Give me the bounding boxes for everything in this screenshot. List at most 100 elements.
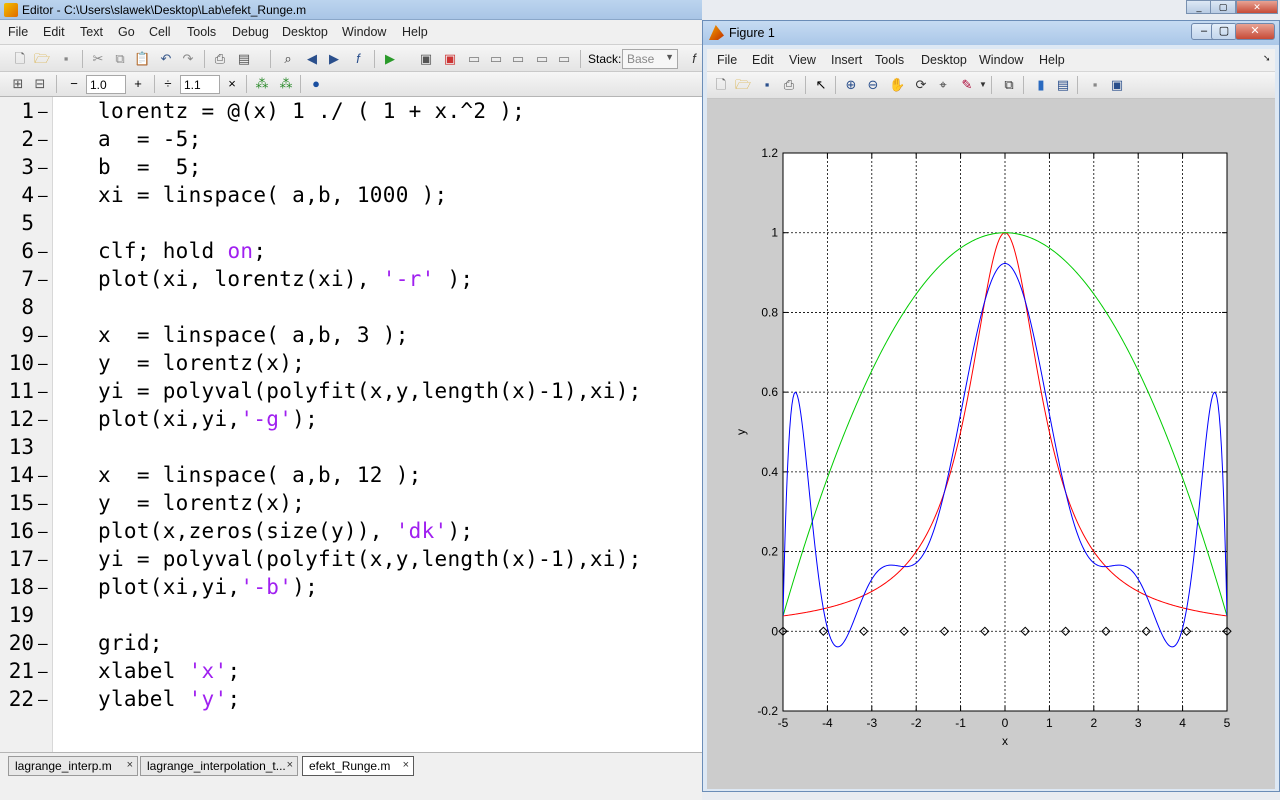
hide-tools-icon[interactable]: ▪ [1087,77,1103,93]
menu-debug[interactable]: Debug [232,25,269,39]
menu-help[interactable]: Help [402,25,428,39]
step-icon[interactable]: ▭ [466,51,482,67]
menu-desktop[interactable]: Desktop [282,25,328,39]
figure-title-bar[interactable]: Figure 1 – ▢ ✕ [703,21,1279,45]
fig-menu-view[interactable]: View [789,53,816,67]
rotate-3d-icon[interactable]: ⟳ [913,77,929,93]
code-line[interactable]: x = linspace( a,b, 3 ); [98,323,409,347]
code-line[interactable]: ylabel 'y'; [98,687,240,711]
edit-plot-icon[interactable]: ↖ [813,77,829,93]
menu-window[interactable]: Window [342,25,386,39]
save-figure-icon[interactable]: ▪ [759,77,775,93]
evaluate-cell-icon[interactable]: ⁂ [254,76,270,92]
link-plot-icon[interactable]: ⧉ [1001,77,1017,93]
fig-menu-tools[interactable]: Tools [875,53,904,67]
breakpoint-marker[interactable]: – [38,158,48,177]
colorbar-icon[interactable]: ▮ [1033,77,1049,93]
cut-icon[interactable]: ✂ [90,51,106,67]
step-in-icon[interactable]: ▭ [488,51,504,67]
tab-lagrange-interpolation[interactable]: lagrange_interpolation_t... × [140,756,298,776]
print-figure-icon[interactable]: ⎙ [781,77,797,93]
close-icon[interactable]: × [287,759,293,771]
breakpoint-marker[interactable]: – [38,186,48,205]
figure-canvas[interactable]: -5 -4 -3 -2 -1 0 1 2 3 4 5 -0.2 0 0.2 0.4 0.6 0.8 1 1.2 x y [707,99,1275,789]
undo-icon[interactable]: ↶ [158,51,174,67]
editor-title-bar[interactable]: Editor - C:\Users\slawek\Desktop\Lab\efe… [0,0,702,20]
chevron-down-icon[interactable]: ▼ [975,77,991,93]
menu-file[interactable]: File [8,25,28,39]
breakpoint-marker[interactable]: – [38,410,48,429]
open-file-icon[interactable]: 🗁 [735,77,751,93]
minimize-button[interactable]: _ [1186,0,1212,14]
breakpoint-marker[interactable]: – [38,326,48,345]
forward-arrow-icon[interactable]: ▶ [326,51,342,67]
zoom-in-icon[interactable]: ⊕ [843,77,859,93]
breakpoint-marker[interactable]: – [38,662,48,681]
menu-go[interactable]: Go [118,25,135,39]
pan-icon[interactable]: ✋ [889,77,905,93]
function-icon[interactable]: f [350,51,366,67]
breakpoint-marker[interactable]: – [38,354,48,373]
find-icon[interactable]: ⌕ [280,51,296,67]
breakpoint-marker[interactable]: – [38,578,48,597]
fig-menu-insert[interactable]: Insert [831,53,862,67]
insert-cell-icon[interactable]: ⊞ [10,76,26,92]
run-icon[interactable]: ▶ [382,51,398,67]
code-line[interactable]: y = lorentz(x); [98,351,305,375]
back-arrow-icon[interactable]: ◀ [304,51,320,67]
maximize-button[interactable]: ▢ [1210,0,1236,14]
breakpoint-marker[interactable]: – [38,690,48,709]
code-line[interactable]: yi = polyval(polyfit(x,y,length(x)-1),xi… [98,379,642,403]
brush-icon[interactable]: ✎ [959,77,975,93]
breakpoint-marker[interactable]: – [38,270,48,289]
breakpoint-marker[interactable]: – [38,550,48,569]
code-line[interactable]: plot(xi,yi,'-g'); [98,407,318,431]
breakpoint-marker[interactable]: – [38,494,48,513]
data-cursor-icon[interactable]: ⌖ [935,77,951,93]
close-button[interactable]: ✕ [1236,0,1278,14]
info-icon[interactable]: ● [308,76,324,92]
publish-icon[interactable]: ▤ [236,51,252,67]
code-line[interactable]: xlabel 'x'; [98,659,240,683]
cell-value-1-field[interactable] [86,75,126,94]
exit-debug-icon[interactable]: ▭ [556,51,572,67]
dock-arrow-icon[interactable]: ➘ [1263,53,1271,64]
breakpoint-marker[interactable]: – [38,634,48,653]
new-file-icon[interactable]: 🗋 [12,51,28,67]
tab-lagrange-interp[interactable]: lagrange_interp.m × [8,756,138,776]
breakpoint-marker[interactable]: – [38,242,48,261]
cell-divider-icon[interactable]: ⊟ [32,76,48,92]
close-icon[interactable]: × [127,759,133,771]
multiply-button[interactable]: × [224,76,240,92]
continue-icon[interactable]: ▭ [534,51,550,67]
code-line[interactable]: yi = polyval(polyfit(x,y,length(x)-1),xi… [98,547,642,571]
copy-icon[interactable]: ⧉ [112,51,128,67]
redo-icon[interactable]: ↷ [180,51,196,67]
decrement-button[interactable]: − [66,76,82,92]
code-line[interactable]: grid; [98,631,163,655]
code-line[interactable]: plot(x,zeros(size(y)), 'dk'); [98,519,473,543]
zoom-out-icon[interactable]: ⊖ [865,77,881,93]
breakpoint-marker[interactable]: – [38,522,48,541]
breakpoint-marker[interactable]: – [38,130,48,149]
breakpoint-set-icon[interactable]: ▣ [418,51,434,67]
paste-icon[interactable]: 📋 [134,51,150,67]
open-folder-icon[interactable]: 🗁 [34,51,50,67]
code-line[interactable]: x = linspace( a,b, 12 ); [98,463,422,487]
code-line[interactable]: a = -5; [98,127,202,151]
print-icon[interactable]: ⎙ [212,51,228,67]
step-out-icon[interactable]: ▭ [510,51,526,67]
breakpoint-clear-icon[interactable]: ▣ [442,51,458,67]
fig-menu-edit[interactable]: Edit [752,53,774,67]
increment-button[interactable]: + [130,76,146,92]
function-browser-icon[interactable]: f [686,51,702,67]
save-icon[interactable]: ▪ [58,51,74,67]
fig-menu-desktop[interactable]: Desktop [921,53,967,67]
fig-menu-window[interactable]: Window [979,53,1023,67]
cell-value-2-field[interactable] [180,75,220,94]
figure-maximize-button[interactable]: ▢ [1211,23,1237,40]
menu-text[interactable]: Text [80,25,103,39]
code-line[interactable]: y = lorentz(x); [98,491,305,515]
fig-menu-help[interactable]: Help [1039,53,1065,67]
new-figure-icon[interactable]: 🗋 [713,77,729,93]
